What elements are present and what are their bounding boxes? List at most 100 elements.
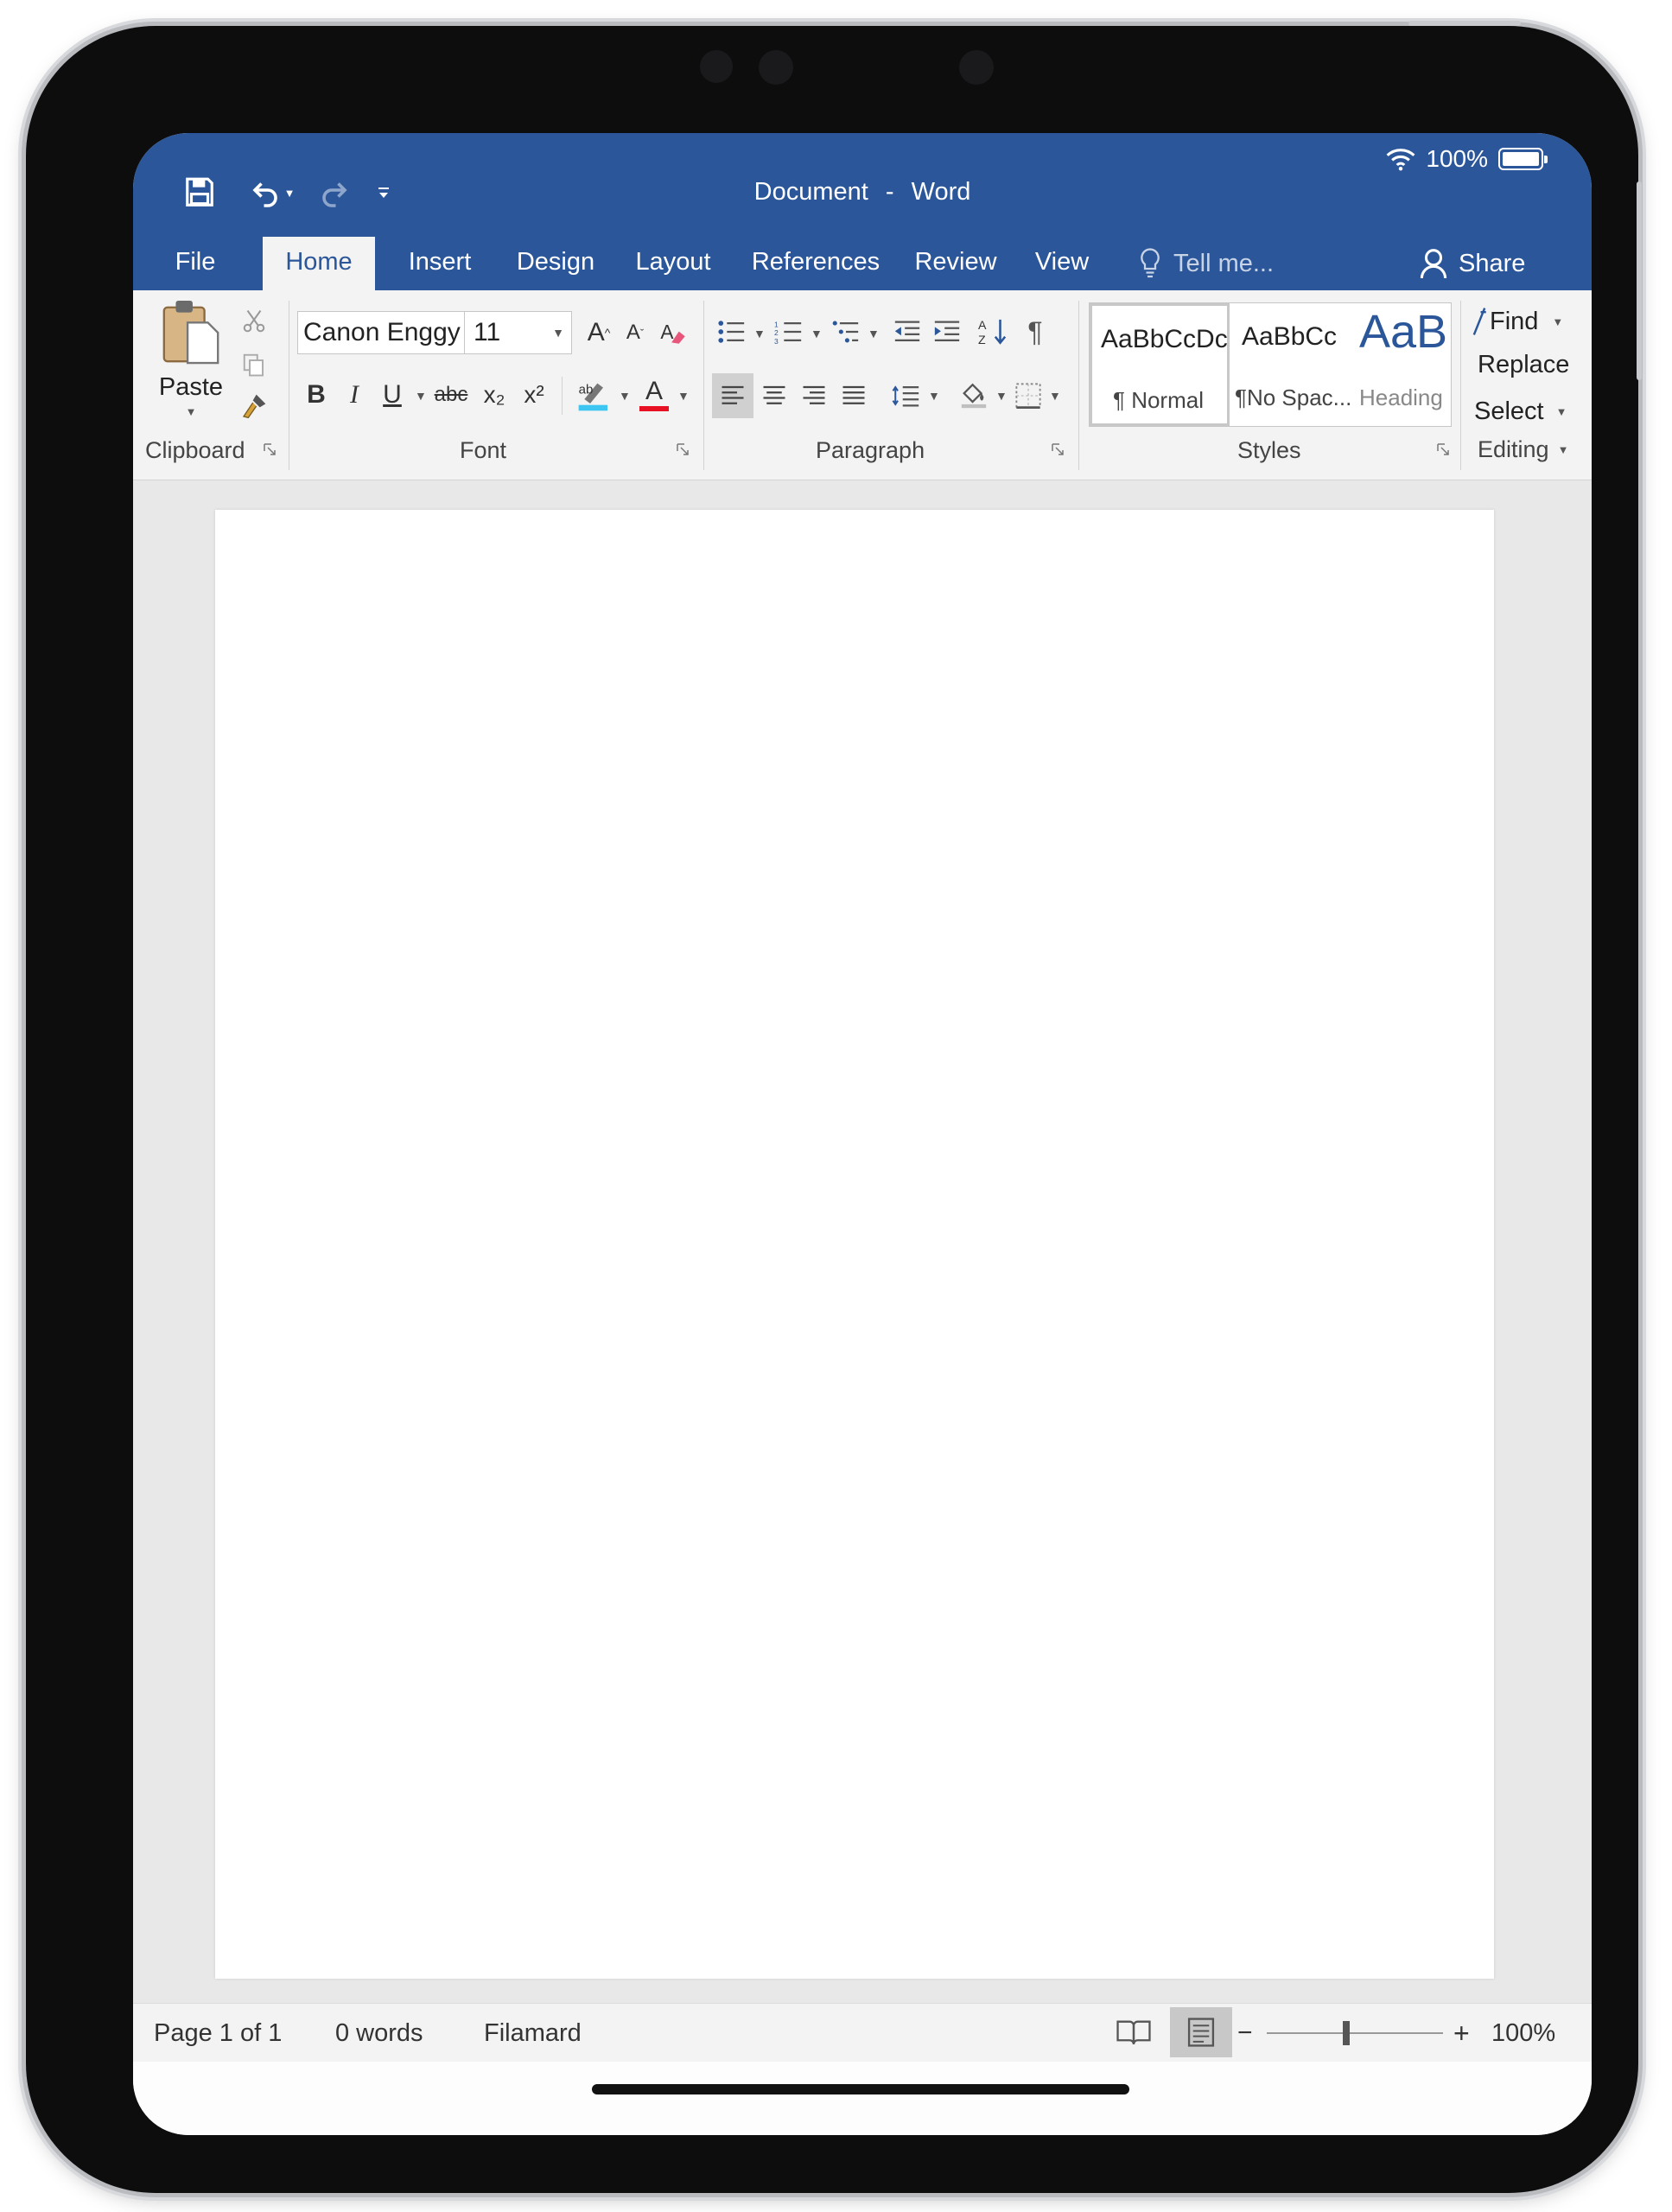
camera-sensor — [759, 50, 793, 85]
find-button[interactable]: Find ▼ — [1471, 301, 1574, 342]
cut-button[interactable] — [235, 302, 273, 340]
tab-insert[interactable]: Insert — [389, 237, 491, 290]
chevron-down-icon[interactable]: ▼ — [677, 389, 690, 403]
clear-formatting-icon: A — [660, 321, 685, 344]
replace-button[interactable]: Replace — [1478, 351, 1569, 379]
sort-button[interactable]: AZ — [973, 311, 1013, 353]
borders-button[interactable] — [1009, 373, 1047, 418]
group-label-editing: Editing — [1478, 435, 1549, 462]
document-canvas[interactable] — [133, 480, 1592, 1979]
svg-text:ab: ab — [579, 382, 594, 397]
chevron-down-icon[interactable]: ▼ — [868, 327, 880, 340]
ribbon-home: Paste ▼ Clipboard Canon Enggy 11 ▼ A ^ A… — [133, 290, 1592, 480]
scissors-icon — [243, 309, 265, 333]
clear-formatting-button[interactable]: A — [655, 311, 693, 354]
bold-button[interactable]: B — [299, 373, 334, 416]
shading-button[interactable] — [954, 373, 994, 418]
editing-group-toggle[interactable]: Editing ▼ — [1478, 432, 1585, 467]
language-indicator[interactable]: Filamard — [484, 2004, 582, 2063]
dialog-launcher-icon[interactable] — [1436, 442, 1450, 456]
page-count[interactable]: Page 1 of 1 — [154, 2004, 282, 2063]
share-label: Share — [1459, 249, 1526, 277]
chevron-down-icon[interactable]: ▼ — [811, 327, 823, 340]
superscript-button[interactable]: x² — [515, 373, 553, 416]
select-button[interactable]: Select ▼ — [1474, 392, 1578, 430]
tab-references[interactable]: References — [740, 237, 892, 290]
camera-sensor — [700, 50, 733, 83]
bullets-button[interactable] — [712, 311, 752, 353]
underline-button[interactable]: U — [373, 373, 411, 416]
align-left-button[interactable] — [712, 373, 753, 418]
decrease-indent-button[interactable] — [888, 311, 926, 353]
align-right-button[interactable] — [795, 373, 833, 418]
tab-view[interactable]: View — [1020, 237, 1104, 290]
chevron-down-icon[interactable]: ▼ — [753, 327, 766, 340]
tab-file[interactable]: File — [154, 237, 237, 290]
sort-icon: AZ — [978, 319, 1007, 347]
chevron-down-icon[interactable]: ▼ — [995, 389, 1008, 403]
group-label-font: Font — [460, 437, 507, 463]
highlight-button[interactable]: ab — [572, 373, 617, 416]
format-painter-icon — [242, 394, 266, 419]
chevron-down-icon: ▼ — [552, 326, 564, 340]
show-hide-button[interactable]: ¶ — [1016, 311, 1054, 353]
tab-layout[interactable]: Layout — [619, 237, 728, 290]
numbering-button[interactable]: 123 — [769, 311, 809, 353]
zoom-level[interactable]: 100% — [1491, 2004, 1555, 2063]
subscript-button[interactable]: x₂ — [475, 373, 513, 416]
share-button[interactable]: Share — [1419, 237, 1525, 290]
print-layout-button[interactable] — [1170, 2007, 1232, 2057]
tab-home[interactable]: Home — [263, 237, 375, 290]
style-heading-1[interactable]: AaB Heading 1 — [1356, 303, 1451, 426]
line-spacing-button[interactable] — [887, 373, 926, 418]
document-page[interactable] — [215, 510, 1494, 1979]
group-separator — [703, 301, 704, 470]
copy-button[interactable] — [235, 346, 273, 384]
read-mode-button[interactable] — [1103, 2007, 1165, 2057]
styles-gallery[interactable]: AaBbCcDc ¶ Normal AaBbCc ¶No Spac... AaB… — [1089, 302, 1452, 427]
svg-text:Z: Z — [978, 334, 986, 347]
strikethrough-button[interactable]: abc — [430, 373, 472, 416]
format-painter-button[interactable] — [235, 387, 273, 425]
zoom-in-button[interactable]: + — [1453, 2004, 1470, 2063]
svg-text:1: 1 — [774, 320, 779, 328]
font-color-letter: A — [645, 377, 663, 405]
zoom-slider-track[interactable] — [1267, 2032, 1443, 2034]
justify-button[interactable] — [835, 373, 873, 418]
font-name-input[interactable]: Canon Enggy — [297, 311, 465, 354]
decrease-indent-icon — [894, 321, 920, 342]
zoom-out-button[interactable]: − — [1237, 2004, 1253, 2063]
shrink-font-button[interactable]: Aˇ — [619, 311, 652, 354]
chevron-down-icon[interactable]: ▼ — [619, 389, 631, 403]
dialog-launcher-icon[interactable] — [263, 442, 277, 456]
document-title: Document - Word — [753, 178, 971, 206]
chevron-down-icon[interactable]: ▼ — [928, 389, 940, 403]
style-no-spacing[interactable]: AaBbCc ¶No Spac... — [1230, 303, 1356, 426]
group-label-paragraph: Paragraph — [816, 437, 925, 463]
font-size-input[interactable]: 11 ▼ — [465, 311, 572, 354]
font-color-button[interactable]: A — [634, 373, 674, 416]
grow-font-button[interactable]: A ^ — [582, 311, 615, 354]
style-name: ¶ Normal — [1113, 387, 1204, 413]
screen: ▼ Document - Word 100% File Home Insert … — [133, 133, 1592, 2135]
style-normal[interactable]: AaBbCcDc ¶ Normal — [1090, 303, 1230, 426]
tell-me-box[interactable]: Tell me... — [1139, 237, 1274, 290]
dialog-launcher-icon[interactable] — [1051, 442, 1065, 456]
italic-button[interactable]: I — [337, 373, 372, 416]
chevron-down-icon[interactable]: ▼ — [415, 389, 427, 403]
word-count[interactable]: 0 words — [335, 2004, 423, 2063]
increase-indent-button[interactable] — [928, 311, 966, 353]
tab-design[interactable]: Design — [499, 237, 612, 290]
multilevel-list-button[interactable] — [826, 311, 866, 353]
chevron-down-icon[interactable]: ▼ — [1049, 389, 1061, 403]
tab-review[interactable]: Review — [900, 237, 1011, 290]
home-indicator[interactable] — [592, 2084, 1129, 2094]
chevron-down-icon: ▼ — [185, 405, 197, 418]
paste-button[interactable]: Paste ▼ — [145, 299, 237, 429]
zoom-slider-thumb[interactable] — [1343, 2021, 1350, 2045]
dialog-launcher-icon[interactable] — [676, 442, 690, 456]
style-sample: AaB — [1359, 306, 1448, 358]
find-icon — [1472, 308, 1486, 335]
align-center-button[interactable] — [755, 373, 793, 418]
line-spacing-icon — [892, 385, 919, 407]
